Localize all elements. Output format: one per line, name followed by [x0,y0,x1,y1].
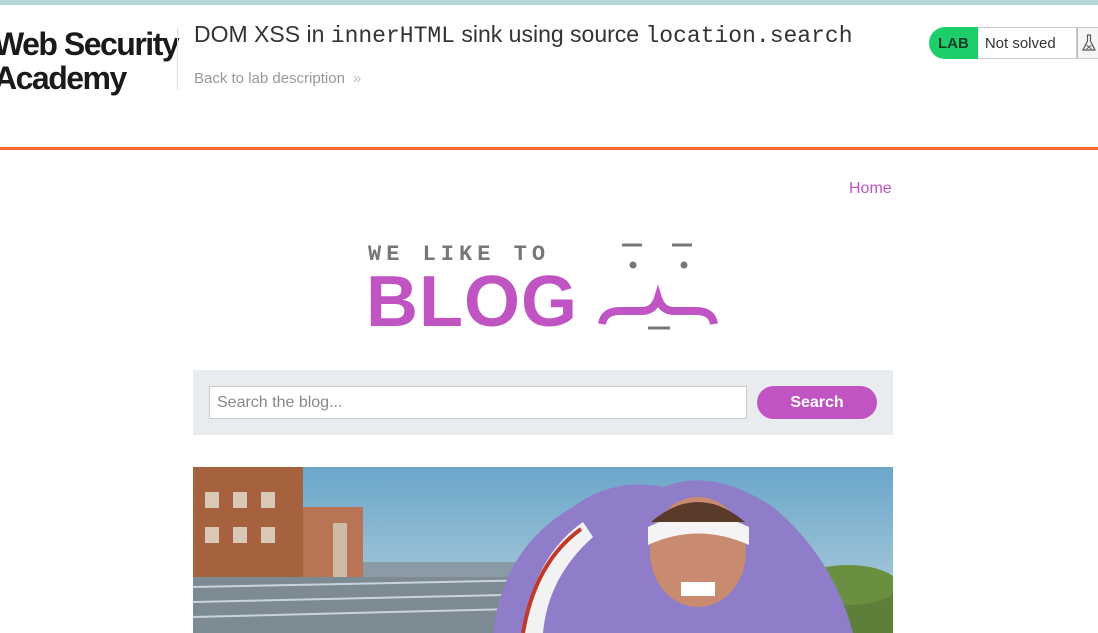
back-to-description-link[interactable]: Back to lab description » [194,70,361,87]
search-bar: Search [193,370,893,435]
lab-status-text: Not solved [977,27,1077,59]
logo-text-line1: Web Security [0,26,180,62]
lab-title-prefix: DOM XSS in [194,21,331,47]
lab-badge: LAB [929,27,978,59]
nav-home-link[interactable]: Home [849,180,892,198]
lab-title-code-sink: innerHTML [330,23,455,49]
lab-title-code-source: location.search [645,23,853,49]
logo-text-line2: Academy [0,60,127,96]
banner-title: BLOG [366,262,578,342]
back-link-label: Back to lab description [194,70,345,87]
lab-title-middle: sink using source [455,21,646,47]
flask-icon[interactable] [1076,27,1098,59]
double-chevron-icon: » [352,70,362,87]
blog-post-hero-image[interactable] [193,467,893,633]
search-input[interactable] [209,386,747,419]
blog-banner: WE LIKE TO BLOG [366,238,726,338]
lab-title: DOM XSS in innerHTML sink using source l… [194,18,853,52]
header-rule [0,147,1098,150]
search-button[interactable]: Search [757,386,877,419]
header-divider [177,28,178,90]
banner-face-icon [598,243,718,330]
top-strip [0,0,1098,5]
lab-status-widget: LAB Not solved [929,27,1098,59]
academy-logo[interactable]: Web Security Academy [0,24,180,100]
